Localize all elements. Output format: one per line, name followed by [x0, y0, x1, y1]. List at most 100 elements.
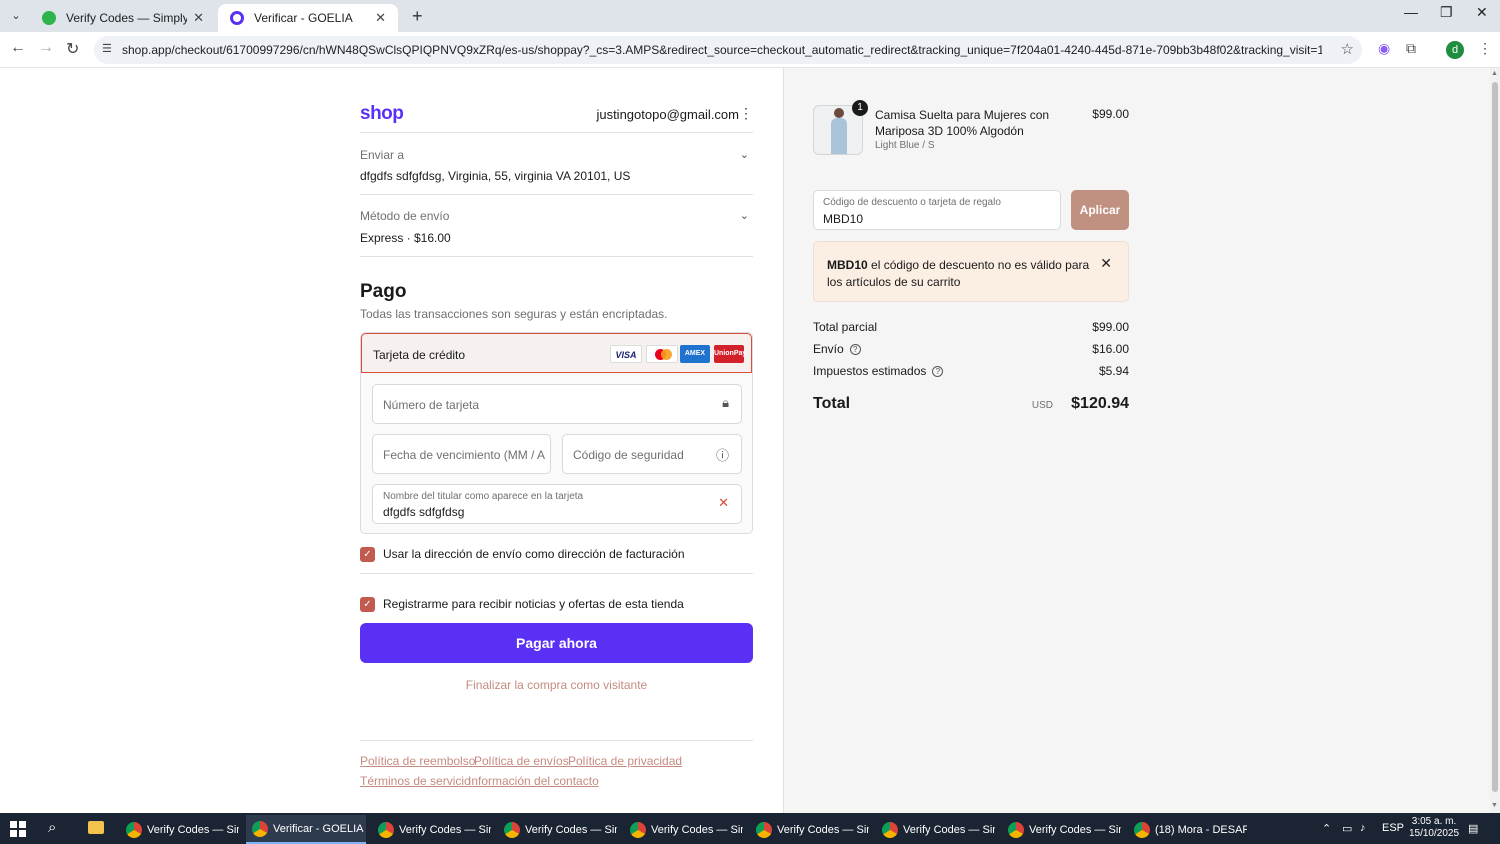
language-indicator[interactable]: ESP: [1382, 822, 1404, 834]
shipping-policy-link[interactable]: Política de envíos: [474, 754, 569, 768]
back-icon[interactable]: ←: [10, 39, 26, 57]
tab-strip: ⌄ Verify Codes — SimplyCodes ✕ Verificar…: [0, 0, 1500, 32]
pay-now-button[interactable]: Pagar ahora: [360, 623, 753, 663]
apply-discount-button[interactable]: Aplicar: [1071, 190, 1129, 230]
clock[interactable]: 3:05 a. m. 15/10/2025: [1406, 816, 1462, 840]
discount-error-banner: MBD10 el código de descuento no es válid…: [813, 241, 1129, 302]
taskbar-app-active[interactable]: Verificar - GOELIA -...: [246, 815, 366, 844]
guest-checkout-link[interactable]: Finalizar la compra como visitante: [360, 678, 753, 692]
taxes-value: $5.94: [1098, 364, 1129, 378]
help-icon[interactable]: ?: [849, 344, 861, 356]
subtotal-value: $99.00: [1092, 320, 1129, 334]
product-name: Camisa Suelta para Mujeres con Mariposa …: [875, 108, 1050, 138]
checkbox-checked-icon[interactable]: ✓: [360, 546, 375, 562]
scrollbar-thumb[interactable]: [1492, 82, 1498, 792]
taskbar-app[interactable]: Verify Codes — Sim...: [876, 815, 996, 844]
site-info-icon[interactable]: ☰: [102, 42, 112, 55]
notifications-icon[interactable]: ▤: [1468, 822, 1478, 835]
divider: [360, 573, 753, 574]
extension-icon[interactable]: ◉: [1378, 40, 1390, 57]
discount-error-message: MBD10 el código de descuento no es válid…: [827, 257, 1097, 291]
chrome-icon: [378, 821, 394, 838]
close-icon[interactable]: ✕: [1100, 255, 1112, 272]
cardholder-label: Nombre del titular como aparece en la ta…: [383, 491, 584, 502]
forward-icon[interactable]: →: [38, 39, 54, 57]
tab-title: Verificar - GOELIA: [254, 11, 353, 25]
payment-subtitle: Todas las transacciones son seguras y es…: [360, 307, 668, 321]
profile-avatar[interactable]: d: [1446, 41, 1464, 59]
taskbar-app[interactable]: Verify Codes — Sim...: [1002, 815, 1122, 844]
account-menu-icon[interactable]: ⋮: [739, 105, 753, 122]
billing-checkbox-label: Usar la dirección de envío como direcció…: [383, 547, 685, 561]
volume-icon[interactable]: ♪: [1360, 822, 1366, 834]
clock-time: 3:05 a. m.: [1411, 816, 1457, 827]
help-icon[interactable]: ?: [932, 366, 944, 378]
ship-to-label: Enviar a: [360, 148, 405, 162]
close-window-icon[interactable]: ✕: [1476, 4, 1488, 21]
search-icon[interactable]: ⌕: [48, 819, 56, 836]
network-icon[interactable]: ▭: [1342, 822, 1352, 835]
terms-of-service-link[interactable]: Términos de servicio: [360, 774, 471, 788]
taskbar-app[interactable]: Verify Codes — Sim...: [498, 815, 618, 844]
chevron-down-icon[interactable]: ⌄: [740, 209, 749, 222]
new-tab-icon[interactable]: +: [412, 6, 423, 27]
shipping-label: Envío: [813, 342, 844, 356]
address-bar[interactable]: ☰ shop.app/checkout/61700997296/cn/hWN48…: [94, 36, 1362, 64]
tray-chevron-icon[interactable]: ⌃: [1322, 822, 1331, 835]
privacy-policy-link[interactable]: Política de privacidad: [568, 754, 682, 768]
security-code-input[interactable]: Código de seguridad ⓘ: [562, 434, 742, 474]
visa-icon: VISA: [610, 345, 642, 363]
contact-info-link[interactable]: Información del contacto: [468, 774, 599, 788]
scroll-up-icon[interactable]: ▲: [1491, 70, 1498, 77]
minimize-icon[interactable]: —: [1404, 4, 1418, 20]
clear-icon[interactable]: ✕: [718, 495, 729, 511]
page-scrollbar[interactable]: ▲ ▼: [1490, 68, 1500, 813]
taskbar-app[interactable]: Verify Codes — Sim...: [120, 815, 240, 844]
mastercard-icon: [646, 345, 678, 363]
discount-code-input[interactable]: Código de descuento o tarjeta de regalo …: [813, 190, 1061, 230]
taskbar-app-title: Verify Codes — Sim...: [651, 823, 743, 836]
billing-address-checkbox[interactable]: ✓ Usar la dirección de envío como direcc…: [360, 545, 685, 563]
taskbar-app-title: Verify Codes — Sim...: [1029, 823, 1121, 836]
newsletter-checkbox[interactable]: ✓ Registrarme para recibir noticias y of…: [360, 595, 684, 613]
chevron-down-icon[interactable]: ⌄: [740, 148, 749, 161]
shipping-row: Envío? $16.00: [813, 342, 1129, 356]
shipping-value: $16.00: [1092, 342, 1129, 356]
taskbar-app[interactable]: (18) Mora - DESAP...: [1128, 815, 1248, 844]
taskbar-app[interactable]: Verify Codes — Sim...: [372, 815, 492, 844]
refund-policy-link[interactable]: Política de reembolso: [360, 754, 475, 768]
bookmark-star-icon[interactable]: ☆: [1341, 40, 1354, 58]
close-tab-icon[interactable]: ✕: [375, 10, 386, 26]
taskbar: ⌕ Verify Codes — Sim... Verificar - GOEL…: [0, 813, 1500, 844]
cardholder-value: dfgdfs sdfgfdsg: [383, 505, 465, 519]
close-tab-icon[interactable]: ✕: [193, 10, 204, 26]
tab-simplycodes[interactable]: Verify Codes — SimplyCodes ✕: [30, 4, 216, 32]
ship-method-value: Express · $16.00: [360, 231, 451, 245]
credit-card-option[interactable]: Tarjeta de crédito VISA AMEX UnionPay: [361, 333, 752, 373]
restore-icon[interactable]: ❐: [1440, 4, 1453, 21]
url-text[interactable]: shop.app/checkout/61700997296/cn/hWN48QS…: [122, 43, 1322, 57]
ship-method-label: Método de envío: [360, 209, 450, 223]
divider: [360, 194, 753, 195]
taskbar-app[interactable]: Verify Codes — Sim...: [624, 815, 744, 844]
taskbar-app-title: Verificar - GOELIA -...: [273, 822, 365, 835]
tab-goelia[interactable]: Verificar - GOELIA ✕: [218, 4, 398, 32]
taskbar-app[interactable]: Verify Codes — Sim...: [750, 815, 870, 844]
expiry-input[interactable]: Fecha de vencimiento (MM / AA): [372, 434, 551, 474]
divider: [360, 132, 753, 133]
shop-logo[interactable]: shop: [360, 103, 404, 125]
reload-icon[interactable]: ↻: [66, 39, 79, 59]
taskbar-app-title: Verify Codes — Sim...: [399, 823, 491, 836]
windows-start-icon[interactable]: [10, 821, 26, 837]
card-number-input[interactable]: Número de tarjeta 🔒︎: [372, 384, 742, 424]
checkout-page: shop justingotopo@gmail.com ⋮ Enviar a ⌄…: [0, 68, 1500, 813]
checkbox-checked-icon[interactable]: ✓: [360, 596, 375, 612]
browser-menu-icon[interactable]: ⋮: [1478, 40, 1492, 57]
cardholder-name-input[interactable]: Nombre del titular como aparece en la ta…: [372, 484, 742, 524]
extensions-puzzle-icon[interactable]: ⧉: [1406, 40, 1416, 57]
chrome-icon: [504, 821, 520, 838]
tab-search-icon[interactable]: ⌄: [6, 6, 26, 26]
help-icon[interactable]: ⓘ: [716, 445, 729, 464]
file-explorer-icon[interactable]: [88, 821, 104, 834]
scroll-down-icon[interactable]: ▼: [1491, 802, 1498, 809]
